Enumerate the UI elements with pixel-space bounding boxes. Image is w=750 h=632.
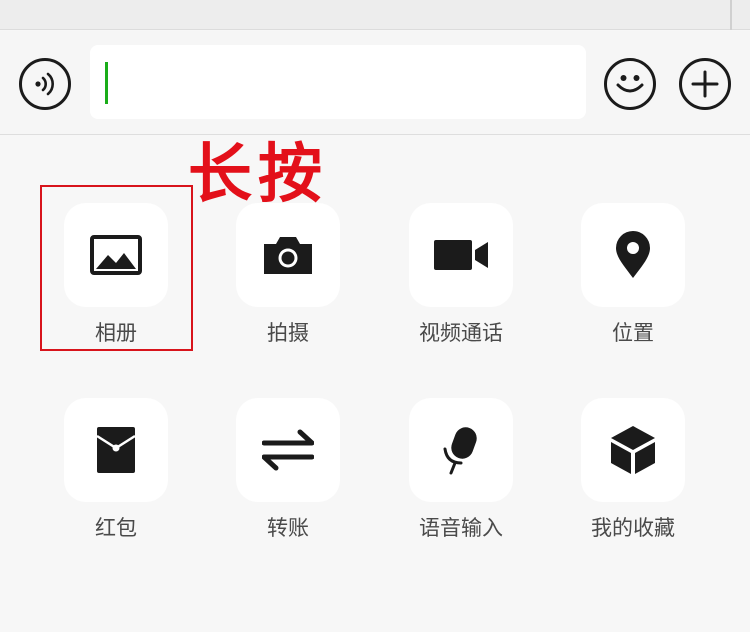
photo-album-icon <box>90 235 142 275</box>
video-call-icon <box>434 240 488 270</box>
panel-item-album[interactable]: 相册 <box>30 203 202 373</box>
emoji-icon <box>616 75 644 93</box>
panel-item-favorites[interactable]: 我的收藏 <box>547 398 719 568</box>
more-functions-button[interactable] <box>679 58 731 110</box>
camera-icon-card <box>236 203 340 307</box>
panel-item-label: 红包 <box>95 516 137 540</box>
red-packet-icon <box>96 427 136 473</box>
voice-icon <box>35 72 54 96</box>
favorites-icon-card <box>581 398 685 502</box>
panel-item-label: 视频通话 <box>419 321 503 345</box>
camera-icon <box>264 237 312 274</box>
voice-input-icon <box>443 427 477 475</box>
album-icon-card <box>64 203 168 307</box>
panel-item-label: 位置 <box>612 321 654 345</box>
panel-item-label: 拍摄 <box>267 321 309 345</box>
panel-item-label: 相册 <box>95 321 137 345</box>
panel-item-video-call[interactable]: 视频通话 <box>375 203 547 373</box>
location-icon <box>616 231 650 278</box>
favorites-icon <box>611 426 655 474</box>
voice-button[interactable] <box>19 58 71 110</box>
panel-item-label: 我的收藏 <box>591 516 675 540</box>
transfer-icon-card <box>236 398 340 502</box>
panel-item-label: 转账 <box>267 516 309 540</box>
panel-item-camera[interactable]: 拍摄 <box>202 203 374 373</box>
more-functions-panel: 长按 相册 拍摄 视频通话 位置 红包 转账 语音输入 我的收藏 <box>0 136 750 632</box>
plus-icon <box>691 70 719 98</box>
video-call-icon-card <box>409 203 513 307</box>
panel-item-voice-input[interactable]: 语音输入 <box>375 398 547 568</box>
location-icon-card <box>581 203 685 307</box>
top-strip-edge <box>730 0 732 30</box>
emoji-button[interactable] <box>604 58 656 110</box>
voice-input-icon-card <box>409 398 513 502</box>
transfer-icon <box>262 429 314 471</box>
chat-input-bar <box>0 31 750 135</box>
top-strip <box>0 0 750 30</box>
panel-item-label: 语音输入 <box>419 516 503 540</box>
panel-item-transfer[interactable]: 转账 <box>202 398 374 568</box>
red-packet-icon-card <box>64 398 168 502</box>
panel-item-red-packet[interactable]: 红包 <box>30 398 202 568</box>
panel-item-location[interactable]: 位置 <box>547 203 719 373</box>
message-input[interactable] <box>90 45 586 119</box>
text-caret <box>105 62 108 104</box>
